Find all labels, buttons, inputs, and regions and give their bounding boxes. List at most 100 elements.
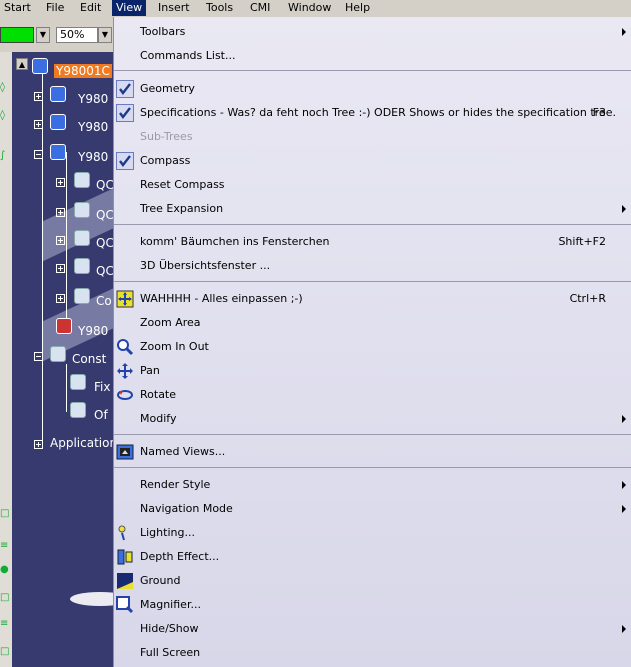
submenu-arrow-icon (622, 625, 626, 633)
menu-item-hide-show[interactable]: Hide/Show (114, 618, 631, 640)
expand-icon[interactable] (56, 178, 65, 187)
expand-icon[interactable] (34, 120, 43, 129)
menu-file[interactable]: File (42, 0, 68, 16)
color-swatch[interactable] (0, 27, 34, 43)
expand-icon[interactable] (34, 92, 43, 101)
tool-icon[interactable]: □ (0, 592, 10, 606)
scroll-up-arrow-icon[interactable]: ▲ (16, 58, 28, 70)
expand-icon[interactable] (56, 294, 65, 303)
product-icon (32, 58, 48, 74)
menu-item-ubersichtsfenster[interactable]: 3D Übersichtsfenster ... (114, 255, 631, 277)
menu-edit[interactable]: Edit (76, 0, 105, 16)
menu-item-specifications[interactable]: Specifications - Was? da feht noch Tree … (114, 102, 631, 124)
tool-icon[interactable]: ∫ (0, 150, 10, 164)
tool-icon[interactable]: □ (0, 646, 10, 660)
menu-separator (114, 467, 631, 468)
menu-item-baumchen[interactable]: komm' Bäumchen ins Fensterchen Shift+F2 (114, 231, 631, 253)
menu-insert[interactable]: Insert (154, 0, 194, 16)
tree-node[interactable]: QC (96, 264, 114, 278)
toolbar: ▼ 50% ▼ (0, 24, 114, 48)
menu-item-pan[interactable]: Pan (114, 360, 631, 382)
menu-separator (114, 70, 631, 71)
depth-effect-icon (116, 548, 134, 566)
menu-item-lighting[interactable]: Lighting... (114, 522, 631, 544)
expand-icon[interactable] (56, 236, 65, 245)
menu-item-modify[interactable]: Modify (114, 408, 631, 430)
menu-item-fit-all[interactable]: WAHHHH - Alles einpassen ;-) Ctrl+R (114, 288, 631, 310)
part-icon (50, 114, 66, 130)
submenu-arrow-icon (622, 505, 626, 513)
tree-node[interactable]: Y980 (78, 150, 108, 164)
expand-icon[interactable] (34, 440, 43, 449)
menu-tools[interactable]: Tools (202, 0, 237, 16)
checkmark-icon (116, 80, 134, 98)
tree-node[interactable]: QC (96, 178, 114, 192)
menu-item-tree-expansion[interactable]: Tree Expansion (114, 198, 631, 220)
magnifier-icon (116, 596, 134, 614)
collapse-icon[interactable] (34, 150, 43, 159)
collapse-icon[interactable] (34, 352, 43, 361)
submenu-arrow-icon (622, 28, 626, 36)
color-dropdown-arrow-icon[interactable]: ▼ (36, 27, 50, 43)
background-shape (70, 592, 114, 606)
fit-all-icon (116, 290, 134, 308)
expand-icon[interactable] (56, 264, 65, 273)
tree-node[interactable]: Application (50, 436, 114, 450)
menu-start[interactable]: Start (0, 0, 35, 16)
menu-item-magnifier[interactable]: Magnifier... (114, 594, 631, 616)
tool-icon[interactable]: □ (0, 508, 10, 522)
tool-icon[interactable]: ◊ (0, 110, 10, 124)
tree-node[interactable]: Const (72, 352, 106, 366)
menu-item-depth-effect[interactable]: Depth Effect... (114, 546, 631, 568)
menu-separator (114, 224, 631, 225)
menu-item-zoom-area[interactable]: Zoom Area (114, 312, 631, 334)
tree-node[interactable]: Co (96, 294, 112, 308)
expand-icon[interactable] (56, 208, 65, 217)
menu-item-commands-list[interactable]: Commands List... (114, 45, 631, 67)
part-icon (50, 86, 66, 102)
menu-item-render-style[interactable]: Render Style (114, 474, 631, 496)
zoom-field[interactable]: 50% (56, 27, 98, 43)
menu-item-navigation-mode[interactable]: Navigation Mode (114, 498, 631, 520)
document-icon (74, 258, 90, 274)
menu-bar: Start File Edit View Insert Tools CMI Wi… (0, 0, 631, 16)
constraints-icon (50, 346, 66, 362)
tree-node[interactable]: Y980 (78, 92, 108, 106)
tree-node[interactable]: Of (94, 408, 108, 422)
document-icon (74, 202, 90, 218)
menu-item-reset-compass[interactable]: Reset Compass (114, 174, 631, 196)
menu-view[interactable]: View (112, 0, 147, 16)
part-icon (50, 144, 66, 160)
tool-icon[interactable]: ≡ (0, 618, 10, 632)
rotate-icon (116, 386, 134, 404)
menu-item-ground[interactable]: Ground (114, 570, 631, 592)
tool-icon[interactable]: ● (0, 564, 10, 578)
menu-separator (114, 434, 631, 435)
document-icon (74, 172, 90, 188)
tree-node[interactable]: QC (96, 236, 114, 250)
zoom-magnifier-icon (116, 338, 134, 356)
constraint-icon (74, 288, 90, 304)
named-views-icon (116, 443, 134, 461)
menu-window[interactable]: Window (284, 0, 335, 16)
specification-tree: Y98001C Y980 Y980 Y980 QC QC QC QC Co Y9… (12, 52, 114, 667)
submenu-arrow-icon (622, 415, 626, 423)
menu-item-toolbars[interactable]: Toolbars (114, 21, 631, 43)
menu-item-geometry[interactable]: Geometry (114, 78, 631, 100)
tree-node[interactable]: QC (96, 208, 114, 222)
menu-item-compass[interactable]: Compass (114, 150, 631, 172)
menu-item-named-views[interactable]: Named Views... (114, 441, 631, 463)
zoom-dropdown-arrow-icon[interactable]: ▼ (98, 27, 112, 43)
tool-icon[interactable]: ≡ (0, 540, 10, 554)
tree-root-node[interactable]: Y98001C (54, 64, 112, 78)
menu-cmi[interactable]: CMI (246, 0, 274, 16)
menu-item-sub-trees: Sub-Trees (140, 130, 193, 143)
tree-node[interactable]: Fix (94, 380, 110, 394)
tool-icon[interactable]: ◊ (0, 82, 10, 96)
menu-help[interactable]: Help (341, 0, 374, 16)
menu-item-full-screen[interactable]: Full Screen (114, 642, 631, 664)
tree-node[interactable]: Y980 (78, 324, 108, 338)
menu-item-rotate[interactable]: Rotate (114, 384, 631, 406)
tree-node[interactable]: Y980 (78, 120, 108, 134)
menu-item-zoom-in-out[interactable]: Zoom In Out (114, 336, 631, 358)
